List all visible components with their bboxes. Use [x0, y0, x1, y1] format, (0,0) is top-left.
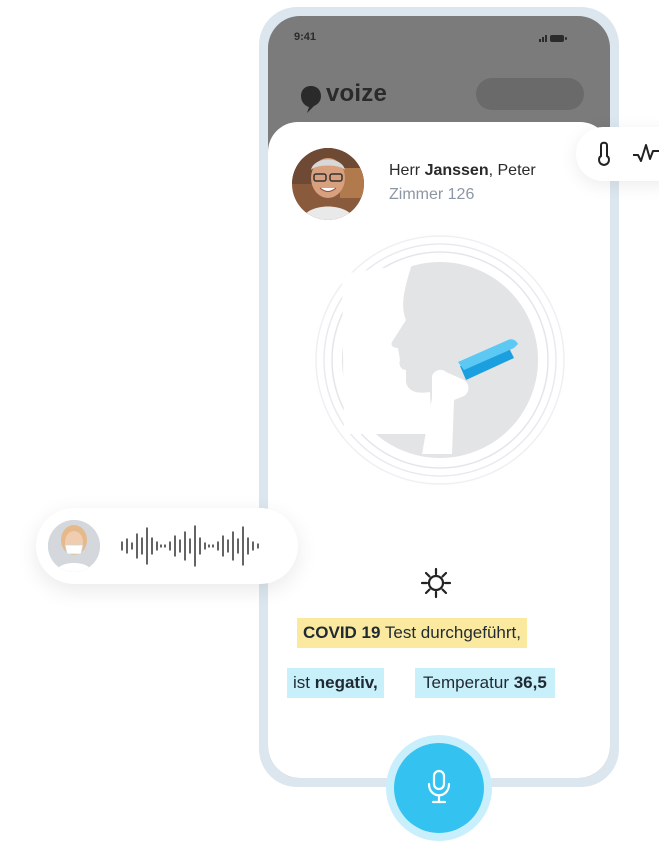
patient-first-name: , Peter — [488, 162, 536, 179]
transcript-line-2: ist negativ, — [287, 668, 384, 698]
pulse-icon — [633, 144, 659, 162]
patient-avatar — [292, 148, 364, 220]
transcript-temperature-value: 36,5 — [513, 673, 547, 692]
gear-icon[interactable] — [419, 566, 453, 600]
app-header: voize — [268, 66, 610, 126]
signal-icon — [539, 35, 547, 42]
patient-last-name: Janssen — [424, 162, 489, 179]
microphone-button[interactable] — [394, 743, 484, 833]
vitals-pill[interactable] — [576, 127, 659, 181]
transcript-ist: ist — [293, 673, 315, 692]
transcript-covid: COVID 19 — [303, 623, 381, 642]
status-time: 9:41 — [294, 31, 317, 43]
phone-frame: 9:41 voize Herr Janssen, Peter Zimmer 12… — [259, 7, 619, 787]
transcript-test-text: Test durchgeführt, — [380, 623, 521, 642]
app-logo: voize — [326, 80, 388, 107]
transcript-temperatur: Temperatur — [423, 673, 514, 692]
transcript-negativ: negativ, — [314, 673, 378, 692]
transcript-line-3: Temperatur 36,5 — [415, 668, 555, 698]
patient-name: Herr Janssen, Peter — [389, 162, 536, 180]
content-card: Herr Janssen, Peter Zimmer 126 COVID 19 … — [268, 122, 610, 778]
microphone-icon — [427, 769, 451, 804]
nurse-avatar — [48, 520, 100, 572]
battery-icon — [550, 35, 567, 42]
header-pill[interactable] — [476, 78, 584, 110]
patient-salutation: Herr — [389, 162, 421, 179]
status-bar: 9:41 — [268, 16, 610, 56]
voice-message-pill[interactable] — [36, 508, 298, 584]
phone-screen: 9:41 voize Herr Janssen, Peter Zimmer 12… — [268, 16, 610, 778]
waveform-icon — [121, 525, 259, 567]
patient-photo — [292, 148, 364, 220]
thermometer-icon — [598, 141, 610, 167]
speaking-illustration — [315, 235, 565, 485]
transcript-line-1: COVID 19 Test durchgeführt, — [297, 618, 527, 648]
patient-room: Zimmer 126 — [389, 186, 475, 203]
speech-bubble-icon — [301, 86, 321, 113]
nurse-photo — [48, 520, 100, 572]
